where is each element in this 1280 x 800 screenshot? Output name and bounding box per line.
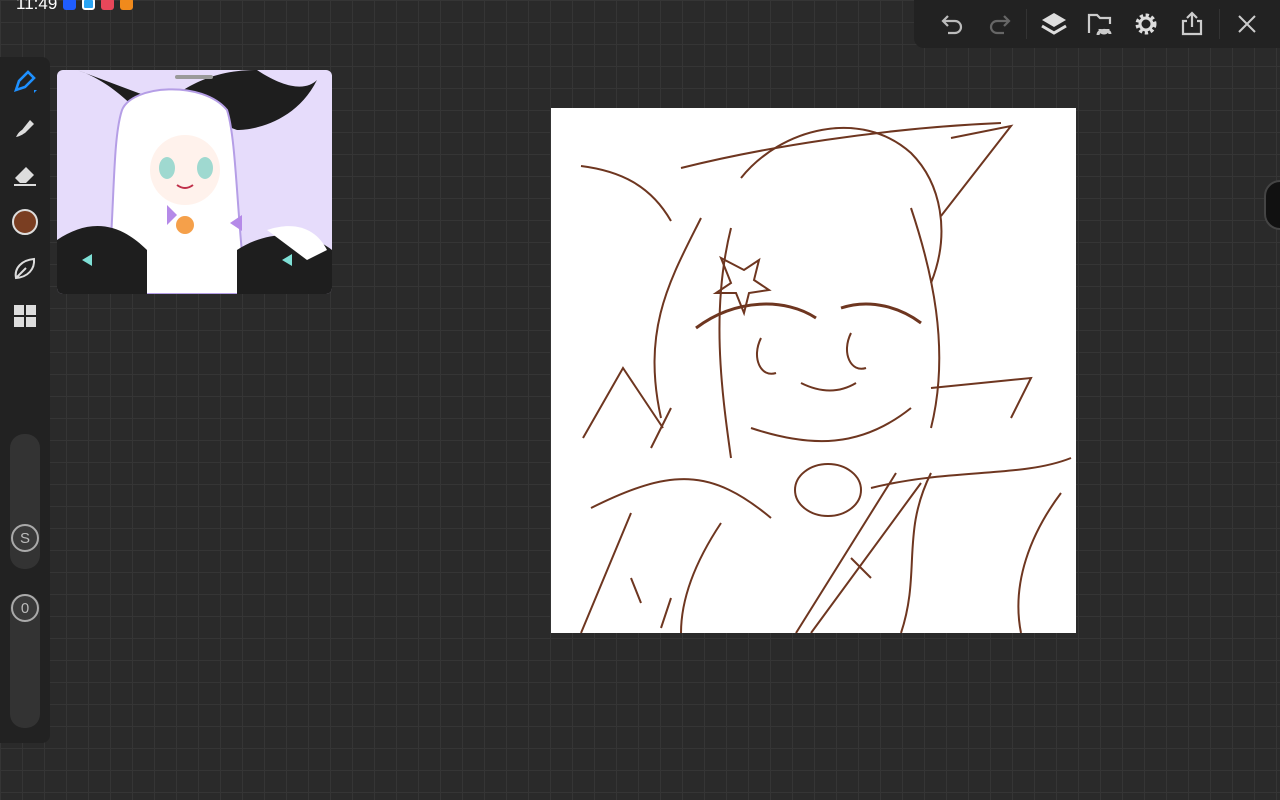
layers-icon: [1041, 13, 1067, 35]
lasso-icon: [14, 257, 36, 279]
layers-button[interactable]: [1031, 4, 1077, 44]
eraser-tool[interactable]: [0, 151, 50, 198]
app-notification-icon: [101, 0, 115, 10]
tool-sidebar: S 0: [0, 57, 50, 743]
undo-icon: [941, 15, 963, 35]
drag-handle[interactable]: [175, 75, 213, 79]
floating-color-button[interactable]: [1264, 180, 1280, 230]
brush-tool[interactable]: [0, 57, 50, 104]
selection-tool[interactable]: [0, 245, 50, 292]
status-bar: 11:49: [16, 0, 134, 14]
close-button[interactable]: [1224, 4, 1270, 44]
eraser-icon: [14, 166, 36, 186]
smudge-tool[interactable]: [0, 104, 50, 151]
current-color-swatch: [12, 208, 38, 235]
divider: [1219, 9, 1220, 39]
divider: [1026, 9, 1027, 39]
color-picker-button[interactable]: [0, 198, 50, 245]
pen-icon: [13, 69, 37, 93]
more-tools-button[interactable]: [0, 292, 50, 339]
settings-button[interactable]: [1123, 4, 1169, 44]
settings-icon: [1135, 13, 1157, 35]
drawing-canvas[interactable]: [551, 108, 1076, 633]
opacity-knob[interactable]: 0: [11, 594, 39, 622]
open-file-button[interactable]: [1077, 4, 1123, 44]
open-file-icon: [1087, 13, 1112, 36]
app-notification-icon: [63, 0, 77, 10]
smudge-icon: [16, 119, 34, 137]
app-notification-icon: [82, 0, 96, 10]
reference-image-window[interactable]: [57, 70, 332, 294]
sketch-artwork: [580, 122, 1072, 633]
grid-icon: [14, 304, 36, 327]
app-notification-icon: [120, 0, 134, 10]
close-icon: [1238, 15, 1256, 33]
redo-icon: [989, 15, 1011, 35]
brush-size-knob[interactable]: S: [11, 524, 39, 552]
top-toolbar: [914, 0, 1280, 48]
clock: 11:49: [16, 0, 58, 13]
share-button[interactable]: [1169, 4, 1215, 44]
share-icon: [1181, 11, 1203, 36]
undo-button[interactable]: [930, 4, 976, 44]
redo-button[interactable]: [976, 4, 1022, 44]
reference-image: [57, 70, 332, 294]
